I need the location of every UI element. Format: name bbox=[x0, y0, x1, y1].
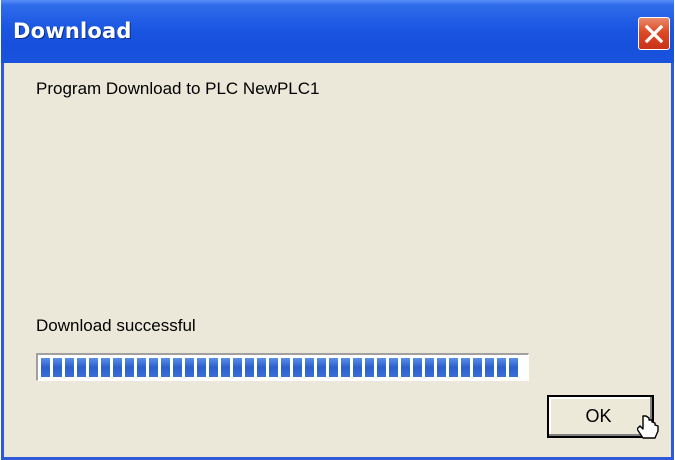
progress-segment bbox=[509, 358, 518, 377]
progress-segment bbox=[221, 358, 230, 377]
progress-segment bbox=[461, 358, 470, 377]
status-text: Download successful bbox=[36, 316, 196, 335]
progress-segment bbox=[149, 358, 158, 377]
progress-bar bbox=[36, 353, 529, 381]
progress-segment bbox=[401, 358, 410, 377]
progress-segment bbox=[185, 358, 194, 377]
progress-segment bbox=[53, 358, 62, 377]
close-button[interactable] bbox=[638, 17, 670, 50]
progress-segment bbox=[257, 358, 266, 377]
progress-segment bbox=[389, 358, 398, 377]
mouse-pointer-icon bbox=[636, 398, 661, 446]
progress-segment bbox=[305, 358, 314, 377]
progress-segment bbox=[485, 358, 494, 377]
download-message: Program Download to PLC NewPLC1 bbox=[36, 79, 320, 98]
progress-segment bbox=[41, 358, 50, 377]
progress-fill bbox=[41, 358, 528, 377]
progress-segment bbox=[197, 358, 206, 377]
progress-segment bbox=[233, 358, 242, 377]
progress-segment bbox=[173, 358, 182, 377]
progress-segment bbox=[329, 358, 338, 377]
progress-segment bbox=[437, 358, 446, 377]
progress-segment bbox=[101, 358, 110, 377]
progress-segment bbox=[425, 358, 434, 377]
progress-segment bbox=[161, 358, 170, 377]
progress-segment bbox=[293, 358, 302, 377]
progress-segment bbox=[65, 358, 74, 377]
progress-segment bbox=[473, 358, 482, 377]
progress-segment bbox=[209, 358, 218, 377]
progress-segment bbox=[89, 358, 98, 377]
progress-segment bbox=[281, 358, 290, 377]
progress-segment bbox=[137, 358, 146, 377]
download-dialog: Download Program Download to PLC NewPLC1… bbox=[1, 0, 674, 460]
progress-segment bbox=[113, 358, 122, 377]
progress-segment bbox=[365, 358, 374, 377]
window-title: Download bbox=[13, 19, 132, 43]
progress-segment bbox=[353, 358, 362, 377]
progress-segment bbox=[341, 358, 350, 377]
progress-segment bbox=[377, 358, 386, 377]
title-bar[interactable]: Download bbox=[1, 0, 674, 63]
progress-segment bbox=[317, 358, 326, 377]
progress-segment bbox=[125, 358, 134, 377]
progress-segment bbox=[245, 358, 254, 377]
progress-segment bbox=[269, 358, 278, 377]
progress-segment bbox=[497, 358, 506, 377]
progress-segment bbox=[77, 358, 86, 377]
progress-segment bbox=[449, 358, 458, 377]
progress-segment bbox=[413, 358, 422, 377]
